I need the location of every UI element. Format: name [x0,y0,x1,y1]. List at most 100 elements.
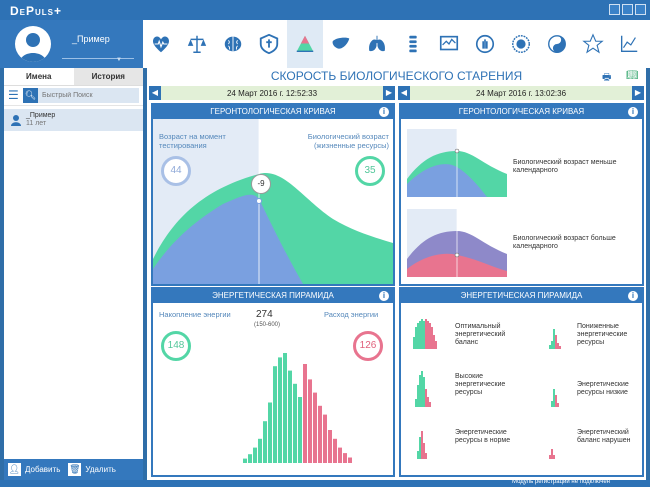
chevron-down-icon[interactable]: ▼ [116,57,122,63]
pyramid-bar [278,357,282,463]
curve-less-label: Биологический возраст меньше календарног… [513,159,617,174]
thumb-optimal [413,319,437,349]
pyramid-bar [273,366,277,463]
module-liver[interactable] [323,20,359,68]
left-pyramid-panel: ЭНЕРГЕТИЧЕСКАЯ ПИРАМИДА i Накопление энер… [151,287,395,477]
pyramid-bar [293,383,297,463]
sidebar-actions: 👤︎ Добавить 🗑︎ Удалить [4,459,143,480]
curve-more-label: Биологический возраст больше календарног… [513,235,616,250]
user-icon [10,114,22,126]
star-icon [582,33,604,54]
module-toolbar [143,20,650,68]
module-spine[interactable] [395,20,431,68]
page-title: СКОРОСТЬ БИОЛОГИЧЕСКОГО СТАРЕНИЯ [270,69,523,83]
module-lungs[interactable] [359,20,395,68]
right-curve-panel: ГЕРОНТОЛОГИЧЕСКАЯ КРИВАЯ i Биологический … [399,103,644,286]
module-brain[interactable] [215,20,251,68]
module-harmony[interactable] [539,20,575,68]
thumb-high-resources [415,371,431,407]
sidebar-tabs: Имена История [4,68,143,86]
menu-icon[interactable]: ☰ [8,89,20,102]
heart-pulse-icon [153,36,169,53]
right-pyramid-panel: ЭНЕРГЕТИЧЕСКАЯ ПИРАМИДА i Оптимальный эн… [399,287,644,477]
module-balance[interactable] [179,20,215,68]
graph-icon [620,35,638,53]
age-circle: 44 [161,156,191,186]
pyramid-bar [243,458,247,463]
main-content: СКОРОСТЬ БИОЛОГИЧЕСКОГО СТАРЕНИЯ 🖶 📖︎ ◀ … [147,68,646,480]
left-pyramid-title: ЭНЕРГЕТИЧЕСКАЯ ПИРАМИДА [212,291,334,300]
next-arrow-left[interactable]: ▶ [383,86,395,100]
brain-icon [224,36,242,52]
tab-names[interactable]: Имена [4,68,74,85]
pyramid-bar [283,353,287,463]
delete-label: Удалить [85,465,116,474]
legend-high: Высокие энергетические ресурсы [455,373,506,396]
left-curve-panel: ГЕРОНТОЛОГИЧЕСКАЯ КРИВАЯ i Возраст на мом… [151,103,395,286]
module-star[interactable] [575,20,611,68]
left-date-row: ◀ 24 Март 2016 г. 12:52:33 ▶ [149,86,395,100]
pyramid-icon [296,35,314,53]
liver-icon [332,37,350,49]
add-label: Добавить [25,465,61,474]
module-heart[interactable] [143,20,179,68]
pyramid-bar [253,447,257,463]
chart-screen-icon [439,35,459,51]
module-screen[interactable] [431,20,467,68]
module-immunity[interactable] [251,20,287,68]
module-graph[interactable] [611,20,647,68]
avatar[interactable] [15,26,51,62]
next-arrow-right[interactable]: ▶ [632,86,644,100]
energy-range: (150-600) [254,322,281,328]
info-icon[interactable]: i [379,107,389,117]
curve-point [256,198,262,204]
yin-yang-icon [548,35,566,53]
curve-less-thumb [407,129,507,197]
legend-low: Энергетические ресурсы низкие [577,381,629,396]
module-aura[interactable] [503,20,539,68]
search-box: 🔍︎ [23,88,139,103]
pyramid-bar [258,438,262,463]
info-icon[interactable]: i [379,291,389,301]
app-logo: DePuls+ [10,4,63,18]
circle-eye-icon [512,35,530,53]
info-icon[interactable]: i [628,291,638,301]
prev-arrow-left[interactable]: ◀ [149,86,161,100]
person-name: _Пример [26,112,56,119]
left-date: 24 Март 2016 г. 12:52:33 [226,88,318,98]
pyramid-bar [303,364,307,463]
legend-disturbed: Энергетический баланс нарушен [577,429,631,444]
spine-icon [409,35,417,53]
info-icon[interactable]: i [628,107,638,117]
window-controls [609,4,646,15]
module-hand[interactable] [467,20,503,68]
add-user-icon: 👤︎ [8,463,21,476]
legend-normal: Энергетические ресурсы в норме [455,429,511,444]
minimize-button[interactable] [609,4,620,15]
pyramid-bar [333,438,337,463]
search-input[interactable] [38,92,128,99]
accumulation-label: Накопление энергии [159,310,231,319]
tab-history[interactable]: История [73,68,143,85]
age-label: Возраст на момент тестирования [159,132,226,150]
pyramid-bar [268,402,272,463]
prev-arrow-right[interactable]: ◀ [398,86,410,100]
legend-reduced: Пониженные энергетические ресурсы [577,323,628,346]
close-button[interactable] [635,4,646,15]
print-icon[interactable]: 🖶 [602,70,611,87]
spend-label: Расход энергии [324,310,379,319]
left-curve-header: ГЕРОНТОЛОГИЧЕСКАЯ КРИВАЯ i [153,105,393,119]
status-bar: Модуль регистрации не подключен [0,479,650,487]
book-icon[interactable]: 📖︎ [626,70,639,81]
profile-underline [62,58,134,59]
add-person-button[interactable]: 👤︎ Добавить [4,463,64,476]
delete-person-button[interactable]: 🗑︎ Удалить [64,463,120,476]
profile-name: _Пример [72,34,110,44]
list-item[interactable]: _Пример 11 лет [4,109,143,131]
pyramid-bar [313,392,317,463]
age-diff-badge: -9 [251,174,271,194]
profile-header: _Пример ▼ [0,20,143,68]
maximize-button[interactable] [622,4,633,15]
module-aging[interactable] [287,20,323,68]
search-icon[interactable]: 🔍︎ [23,88,38,103]
